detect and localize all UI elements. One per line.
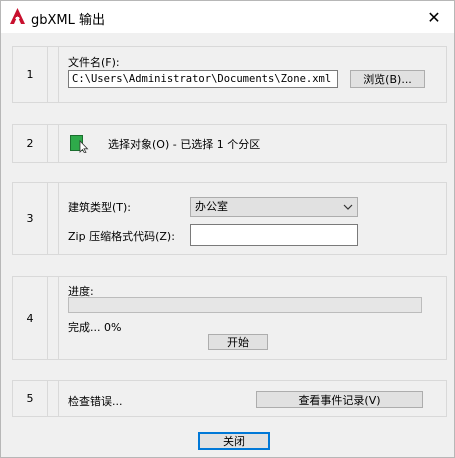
close-button[interactable]: 关闭 — [198, 432, 270, 450]
zip-code-input[interactable] — [190, 224, 358, 246]
section-number-2: 2 — [13, 125, 48, 162]
section-number-4: 4 — [13, 277, 48, 359]
section-divider — [48, 183, 59, 254]
section-building: 3 建筑类型(T): 办公室 Zip 压缩格式代码(Z): — [12, 182, 447, 255]
title-bar[interactable]: gbXML 输出 ✕ — [1, 1, 454, 33]
autocad-a-icon — [10, 8, 25, 24]
section-number-5: 5 — [13, 381, 48, 416]
complete-text: 完成... 0% — [68, 321, 122, 334]
browse-button[interactable]: 浏览(B)... — [350, 70, 425, 88]
section-divider — [48, 277, 59, 359]
section-divider — [48, 125, 59, 162]
building-type-label: 建筑类型(T): — [68, 201, 132, 214]
filename-label: 文件名(F): — [68, 56, 120, 69]
progress-bar — [68, 297, 422, 313]
close-window-icon[interactable]: ✕ — [414, 1, 454, 33]
window-title: gbXML 输出 — [31, 13, 106, 28]
section-select-objects: 2 选择对象(O) - 已选择 1 个分区 — [12, 124, 447, 163]
section-check-errors: 5 检查错误... 查看事件记录(V) — [12, 380, 447, 417]
gbxml-export-dialog: gbXML 输出 ✕ 1 文件名(F): C:\Users\Administra… — [0, 0, 455, 458]
view-event-log-button[interactable]: 查看事件记录(V) — [256, 391, 423, 408]
section-number-1: 1 — [13, 47, 48, 102]
building-type-value: 办公室 — [195, 200, 228, 213]
chevron-down-icon — [343, 204, 353, 210]
section-number-3: 3 — [13, 183, 48, 254]
select-objects-icon[interactable] — [70, 135, 90, 153]
filename-input[interactable]: C:\Users\Administrator\Documents\Zone.xm… — [68, 70, 338, 88]
section-progress: 4 进度: 完成... 0% 开始 — [12, 276, 447, 360]
section-divider — [48, 381, 59, 416]
start-button[interactable]: 开始 — [208, 334, 268, 350]
zip-code-label: Zip 压缩格式代码(Z): — [68, 230, 175, 243]
section-file: 1 文件名(F): C:\Users\Administrator\Documen… — [12, 46, 447, 103]
section-divider — [48, 47, 59, 102]
check-errors-label: 检查错误... — [68, 395, 123, 408]
building-type-dropdown[interactable]: 办公室 — [190, 197, 358, 217]
select-objects-text: 选择对象(O) - 已选择 1 个分区 — [108, 138, 261, 151]
